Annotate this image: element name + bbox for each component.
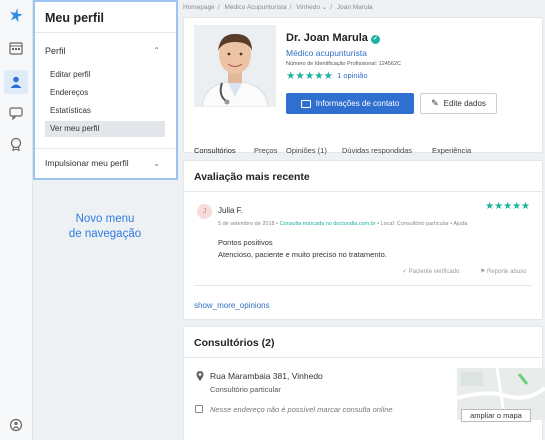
rating-stars: ★★★★★ bbox=[286, 70, 334, 82]
show-more-opinions-link[interactable]: show_more_opinions bbox=[194, 301, 270, 310]
doctor-specialty[interactable]: Médico acupunturista bbox=[286, 48, 367, 58]
verified-patient: ✓ Paciente verificado bbox=[402, 268, 459, 275]
breadcrumb-item[interactable]: Médico Acupunturista bbox=[224, 4, 286, 11]
breadcrumb-item: Joan Marula bbox=[336, 4, 373, 11]
rating: ★★★★★ 1 opinião bbox=[286, 70, 368, 82]
review-date: 5 de setembro de 2018 bbox=[218, 221, 275, 227]
chevron-up-icon[interactable]: ⌃ bbox=[153, 46, 160, 55]
section-title: Avaliação mais recente bbox=[194, 171, 310, 183]
review-place: Local: Consultório particular bbox=[380, 221, 449, 227]
calendar-icon[interactable] bbox=[4, 36, 28, 60]
contact-info-button[interactable]: Informações de contato bbox=[286, 93, 414, 114]
doctor-name-text: Dr. Joan Marula bbox=[286, 32, 368, 44]
latest-review-card: Avaliação mais recente J Julia F. ★★★★★ … bbox=[183, 160, 543, 320]
reviewer-name: Julia F. bbox=[218, 206, 243, 215]
divider bbox=[194, 285, 532, 286]
menu-item-estatisticas[interactable]: Estatísticas bbox=[45, 103, 165, 119]
annotation-line: de navegação bbox=[68, 228, 142, 240]
profile-card: Dr. Joan Marula ✓ Médico acupunturista Nú… bbox=[183, 17, 543, 163]
office-address: Rua Marambaia 381, Vinhedo bbox=[210, 371, 323, 381]
user-profile-icon[interactable] bbox=[4, 70, 28, 94]
contact-card-icon bbox=[300, 99, 311, 108]
pencil-icon: ✎ bbox=[431, 98, 439, 108]
annotation-line: Novo menu bbox=[75, 213, 135, 225]
offices-card: Consultórios (2) Rua Marambaia 381, Vinh… bbox=[183, 326, 545, 440]
menu-group-perfil[interactable]: Perfil bbox=[45, 46, 66, 56]
breadcrumb-item[interactable]: Homepage bbox=[183, 4, 215, 11]
tab-opinioes[interactable]: Opiniões (1) bbox=[286, 146, 327, 155]
doctor-photo bbox=[194, 25, 276, 107]
divider bbox=[35, 32, 176, 33]
chevron-down-icon[interactable]: ⌄ bbox=[153, 159, 160, 168]
tab-experiencia[interactable]: Experiência bbox=[432, 146, 471, 155]
contact-info-label: Informações de contato bbox=[315, 99, 400, 108]
opinion-count-link[interactable]: 1 opinião bbox=[337, 71, 367, 80]
badge-icon[interactable] bbox=[4, 132, 28, 156]
menu-item-ver-meu-perfil[interactable]: Ver meu perfil bbox=[45, 121, 165, 137]
doctor-name: Dr. Joan Marula ✓ bbox=[286, 32, 380, 44]
review-source-link[interactable]: Consulta marcada no doctoralia.com.br bbox=[280, 221, 376, 227]
menu-item-enderecos[interactable]: Endereços bbox=[45, 85, 165, 101]
menu-title: Meu perfil bbox=[45, 11, 105, 25]
divider bbox=[184, 357, 542, 358]
edit-data-label: Edite dados bbox=[443, 99, 486, 108]
verified-patient-label: Paciente verificado bbox=[408, 269, 460, 275]
office-type: Consultório particular bbox=[210, 385, 281, 394]
review-heading: Pontos positivos bbox=[218, 238, 273, 247]
profile-side-menu: Meu perfil Perfil ⌃ Editar perfil Endere… bbox=[33, 0, 178, 180]
reviewer-avatar: J bbox=[197, 204, 212, 219]
map-pin-icon bbox=[196, 371, 204, 383]
tab-duvidas[interactable]: Dúvidas respondidas bbox=[342, 146, 412, 155]
left-nav-rail bbox=[0, 0, 33, 440]
help-icon[interactable] bbox=[4, 413, 28, 437]
review-stars: ★★★★★ bbox=[485, 201, 530, 212]
annotation-note: Novo menu de navegação bbox=[50, 212, 160, 242]
review-text: Atencioso, paciente e muito preciso no t… bbox=[218, 250, 387, 259]
menu-item-editar-perfil[interactable]: Editar perfil bbox=[45, 67, 165, 83]
edit-data-button[interactable]: ✎ Edite dados bbox=[420, 93, 497, 114]
divider bbox=[35, 148, 176, 149]
calendar-icon bbox=[195, 405, 203, 413]
breadcrumb-item[interactable]: Vinhedo bbox=[296, 4, 320, 11]
breadcrumb: Homepage / Médico Acupunturista / Vinhedo … bbox=[183, 4, 373, 11]
tab-precos[interactable]: Preços bbox=[254, 146, 277, 155]
divider bbox=[184, 191, 542, 192]
verified-icon: ✓ bbox=[370, 35, 380, 44]
review-meta: 5 de setembro de 2018 • Consulta marcada… bbox=[218, 221, 468, 227]
expand-map-button[interactable]: ampliar o mapa bbox=[461, 409, 531, 422]
report-abuse[interactable]: ⚑ Reporte abuso bbox=[480, 268, 526, 275]
logo-icon[interactable] bbox=[4, 3, 28, 27]
menu-item-impulsionar[interactable]: Impulsionar meu perfil bbox=[45, 158, 129, 168]
chat-icon[interactable] bbox=[4, 101, 28, 125]
registration-number: Número de Identificação Profissional: 12… bbox=[286, 61, 401, 67]
report-abuse-label: Reporte abuso bbox=[487, 269, 527, 275]
section-title: Consultórios (2) bbox=[194, 337, 275, 349]
check-icon: ✓ bbox=[402, 269, 409, 275]
dropdown-caret-icon[interactable]: Ajuda bbox=[453, 221, 467, 227]
online-booking-warning: Nesse endereço não é possível marcar con… bbox=[210, 405, 393, 414]
flag-icon: ⚑ bbox=[480, 269, 488, 275]
